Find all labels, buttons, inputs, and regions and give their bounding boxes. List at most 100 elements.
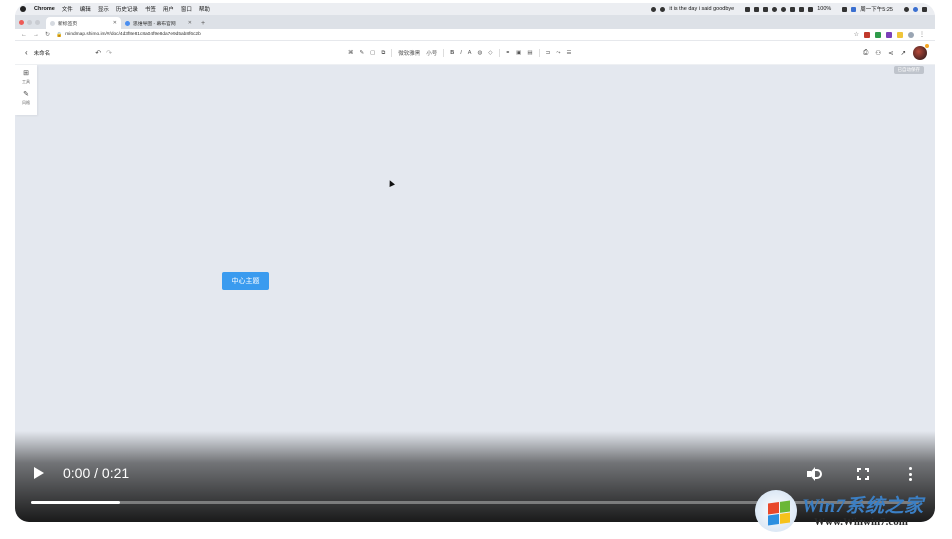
chrome-menu-icon[interactable]: ⋮: [919, 31, 925, 38]
address-bar-actions: ☆ ⋮: [854, 31, 935, 38]
wifi-icon[interactable]: [808, 6, 814, 12]
pause-icon[interactable]: [745, 6, 751, 12]
menu-bookmarks[interactable]: 书签: [145, 5, 156, 13]
panel-item-style[interactable]: ✎ 风格: [22, 91, 30, 106]
tool-insert-child[interactable]: ▢: [370, 50, 375, 56]
menu-people[interactable]: 用户: [163, 5, 174, 13]
menu-window[interactable]: 窗口: [181, 5, 192, 13]
undo-icon[interactable]: ↶: [95, 49, 101, 57]
bell-icon[interactable]: [781, 6, 787, 12]
tab-new-tab[interactable]: 新标签页 ✕: [46, 17, 121, 29]
open-external-icon[interactable]: ↗: [901, 49, 906, 57]
volume-icon[interactable]: [807, 467, 823, 481]
video-frame: Chrome 文件 编辑 显示 历史记录 书签 用户 窗口 帮助 it is t…: [15, 3, 935, 522]
new-tab-button[interactable]: +: [196, 20, 210, 29]
redo-icon[interactable]: ↷: [106, 49, 112, 57]
next-track-icon[interactable]: [754, 6, 760, 12]
format-tools: ⌘ ✎ ▢ ⧉ 微软雅黑 小号 B I A ◍ ◇ ⚭ ▣ ▤ ⊐ ⤳ ☰: [348, 41, 571, 65]
url-text: mindmap.shimo.im/#/doc/4d3f8e81c8a04f9e8…: [65, 32, 201, 37]
export-icon[interactable]: ⎙: [863, 49, 868, 57]
control-center-icon[interactable]: [922, 6, 927, 12]
music-icon[interactable]: [651, 6, 657, 12]
bookmark-star-icon[interactable]: ☆: [854, 31, 859, 38]
minimize-window-icon[interactable]: [27, 20, 32, 25]
italic-button[interactable]: I: [460, 50, 462, 56]
url-input[interactable]: 🔒 mindmap.shimo.im/#/doc/4d3f8e81c8a04f9…: [56, 31, 526, 39]
extension-green-icon[interactable]: [875, 31, 881, 38]
watermark-title: Win7系统之家: [802, 496, 924, 517]
zoom-window-icon[interactable]: [35, 20, 40, 25]
save-status-badge: 已自动保存: [893, 66, 924, 74]
document-title[interactable]: 未命名: [34, 49, 51, 57]
panel-item-tools[interactable]: ⊞ 工具: [22, 70, 30, 85]
outline-icon[interactable]: ☰: [567, 50, 572, 56]
now-playing-text: it is the day i said goodbye: [669, 6, 735, 12]
font-color-button[interactable]: A: [468, 50, 472, 56]
toolbar-divider: [443, 49, 445, 57]
fullscreen-icon[interactable]: [857, 468, 869, 480]
toolbar-divider: [538, 49, 540, 57]
note-icon[interactable]: ▤: [527, 50, 532, 56]
editor-toolbar: ‹ 未命名 ↶ ↷ ⌘ ✎ ▢ ⧉ 微软雅黑 小号 B I A ◍ ◇ ⚭ ▣ …: [15, 41, 935, 65]
back-chevron-icon[interactable]: ‹: [25, 48, 28, 57]
fill-color-icon[interactable]: ◇: [488, 50, 492, 56]
share-icon[interactable]: ⋖: [888, 49, 893, 57]
tool-style[interactable]: ⌘: [348, 50, 354, 56]
reload-icon[interactable]: ↻: [45, 31, 50, 38]
menu-file[interactable]: 文件: [62, 5, 73, 13]
toolbar-divider: [498, 49, 500, 57]
menu-app-name[interactable]: Chrome: [34, 6, 55, 12]
tab-close-icon[interactable]: ✕: [188, 20, 192, 26]
lock-icon[interactable]: 🔒: [56, 32, 62, 38]
central-topic-node[interactable]: 中心主题: [222, 272, 269, 290]
tool-format-painter[interactable]: ✎: [360, 50, 365, 56]
font-family-select[interactable]: 微软雅黑: [398, 49, 420, 57]
extension-purple-icon[interactable]: [886, 31, 892, 38]
extension-red-icon[interactable]: [864, 31, 870, 38]
play-icon[interactable]: [34, 467, 44, 479]
apple-icon[interactable]: [20, 6, 26, 12]
netease-icon[interactable]: [660, 6, 666, 12]
tab-favicon: [125, 20, 130, 26]
screen-icon[interactable]: [799, 6, 805, 12]
tab-title: 思维导图 - 幕布官网: [133, 21, 176, 27]
extension-yellow-icon[interactable]: [897, 31, 903, 38]
image-icon[interactable]: ▣: [516, 50, 521, 56]
menu-edit[interactable]: 编辑: [80, 5, 91, 13]
video-progress-fill: [31, 501, 120, 504]
airplay-icon[interactable]: [790, 6, 796, 12]
profile-icon[interactable]: [908, 31, 914, 38]
toolbar-right-actions: ⎙ ⚇ ⋖ ↗: [863, 41, 929, 65]
input-method-icon[interactable]: [851, 6, 857, 12]
link-icon[interactable]: ⚭: [506, 50, 511, 56]
back-icon[interactable]: ←: [21, 32, 27, 38]
highlight-icon[interactable]: ◍: [477, 50, 482, 56]
search-icon[interactable]: [904, 6, 909, 12]
bold-button[interactable]: B: [450, 50, 454, 56]
menubar-clock[interactable]: 周一下午5:25: [860, 5, 893, 13]
close-window-icon[interactable]: [19, 20, 24, 25]
tab-close-icon[interactable]: ✕: [113, 20, 117, 26]
battery-icon[interactable]: [842, 6, 848, 12]
forward-icon[interactable]: →: [33, 32, 39, 38]
mail-icon[interactable]: [763, 6, 769, 12]
menu-history[interactable]: 历史记录: [116, 5, 138, 13]
mouse-cursor-icon: [387, 179, 395, 187]
menu-help[interactable]: 帮助: [199, 5, 210, 13]
font-size-select[interactable]: 小号: [426, 49, 437, 57]
panel-item-label: 风格: [22, 100, 30, 105]
central-topic-label: 中心主题: [231, 278, 260, 285]
windows-logo-icon: [755, 490, 797, 532]
user-avatar[interactable]: [913, 44, 929, 60]
menubar-status-area: it is the day i said goodbye 100% 周一下午5:…: [651, 5, 935, 13]
clock-icon[interactable]: [772, 6, 778, 12]
collaborators-icon[interactable]: ⚇: [875, 49, 881, 57]
tool-insert-sibling[interactable]: ⧉: [381, 50, 385, 57]
siri-icon[interactable]: [913, 6, 918, 12]
summary-icon[interactable]: ⊐: [546, 50, 551, 56]
more-options-icon[interactable]: [908, 467, 912, 481]
tab-mindmap[interactable]: 思维导图 - 幕布官网 ✕: [121, 17, 196, 29]
watermark-url: Www.Winwin7.com: [814, 516, 908, 528]
relation-icon[interactable]: ⤳: [556, 50, 560, 57]
menu-view[interactable]: 显示: [98, 5, 109, 13]
